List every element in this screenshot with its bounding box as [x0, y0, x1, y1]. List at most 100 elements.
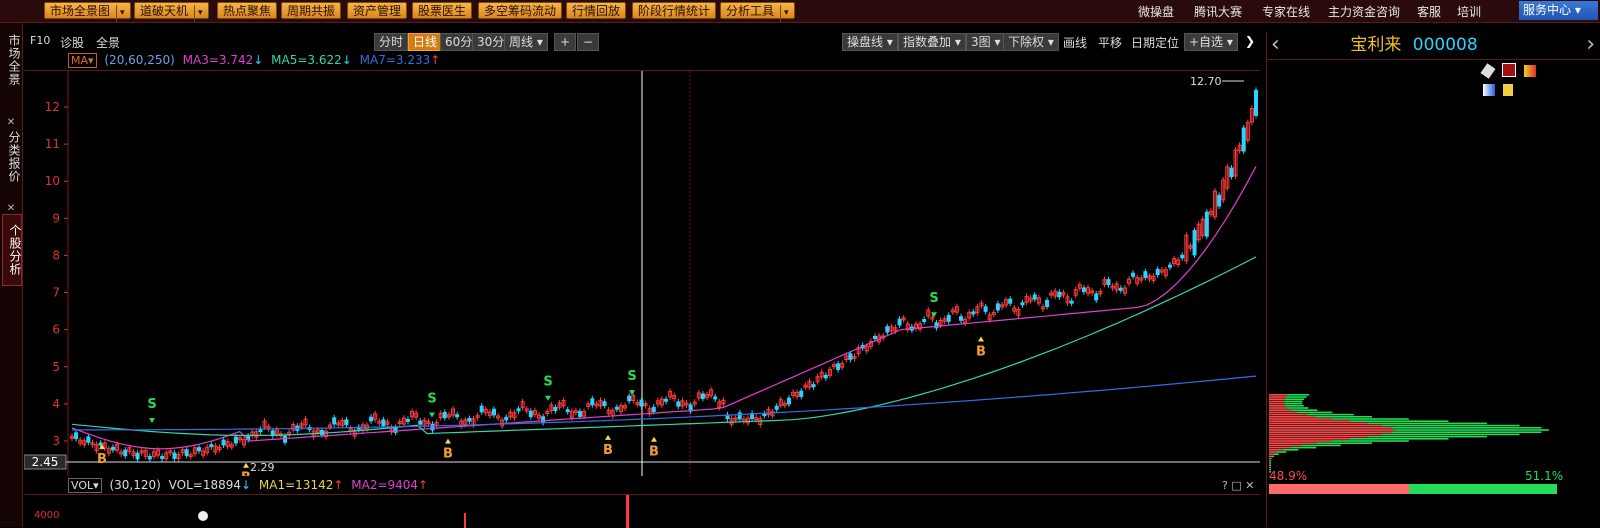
period-tab-intraday[interactable]: 分时	[374, 33, 409, 51]
note-icon[interactable]	[1503, 84, 1514, 96]
period-tab-daily[interactable]: 日线	[408, 33, 443, 51]
top-link-0[interactable]: 微操盘	[1138, 3, 1174, 20]
collapse-panel-icon[interactable]: ❯	[1245, 34, 1255, 48]
prev-stock-icon[interactable]: ‹	[1271, 32, 1280, 58]
candle-body	[872, 336, 877, 340]
close-icon[interactable]: ✕	[2, 117, 20, 128]
top-menu-button-8[interactable]: 阶段行情统计	[632, 2, 717, 19]
chip-bar-red	[1269, 422, 1368, 425]
chip-distribution-chart	[1269, 394, 1549, 473]
chip-bar-green	[1381, 424, 1520, 427]
zoom-in-button[interactable]: +	[554, 33, 576, 51]
top-link-3[interactable]: 主力资金咨询	[1328, 3, 1400, 20]
top-menu-button-0[interactable]: 市场全景图 ▾	[44, 2, 131, 22]
ma-indicator-button[interactable]: MA▾	[68, 53, 97, 68]
blue-flag-icon[interactable]	[1483, 84, 1495, 96]
candle-body	[1106, 279, 1111, 286]
draw-line-button[interactable]: 画线	[1063, 34, 1087, 51]
high-price-label: 12.70	[1190, 75, 1222, 88]
candle-body	[197, 447, 202, 452]
candle-body	[1118, 287, 1123, 291]
chevron-down-icon: ▾	[194, 5, 203, 22]
chip-bar-green	[1284, 400, 1303, 403]
candle-body	[209, 444, 214, 448]
chevron-down-icon: ▾	[780, 5, 789, 22]
candle-body	[528, 410, 533, 418]
tab-market-overview[interactable]: 市场全景	[2, 29, 21, 91]
index-overlay-dropdown[interactable]: 指数叠加 ▾	[898, 33, 966, 51]
price-axis-label: 12	[45, 100, 60, 114]
candle-body	[553, 406, 558, 412]
candle-body	[516, 408, 521, 412]
tab-stock-analysis[interactable]: ✕ 个股分析	[2, 203, 22, 286]
candle-body	[332, 417, 337, 425]
chip-bar-red	[1269, 466, 1270, 469]
volume-bar	[626, 495, 629, 528]
chip-bar-red	[1269, 442, 1316, 444]
candle-body	[86, 436, 91, 443]
chip-bar-green	[1286, 407, 1309, 409]
candle-body	[848, 353, 853, 360]
chip-bar-red	[1269, 455, 1272, 458]
chip-tool-icons[interactable]	[1480, 62, 1557, 96]
candle-body	[676, 401, 681, 407]
date-locate-button[interactable]: 日期定位	[1131, 34, 1179, 51]
candle-body	[1032, 294, 1037, 300]
service-center-button[interactable]: 服务中心 ▾	[1519, 1, 1598, 20]
chip-bar-green	[1367, 422, 1488, 425]
three-chart-dropdown[interactable]: 3图 ▾	[966, 33, 1006, 51]
eraser-icon[interactable]	[1480, 63, 1496, 79]
top-menu-button-3[interactable]: 周期共振	[281, 2, 342, 19]
chip-bar-green	[1269, 460, 1271, 462]
top-link-5[interactable]: 培训	[1457, 3, 1481, 20]
candle-body	[504, 416, 509, 421]
top-menu-button-7[interactable]: 行情回放	[566, 2, 627, 19]
ex-rights-dropdown[interactable]: 下除权 ▾	[1003, 33, 1059, 51]
red-flag-icon[interactable]	[1502, 63, 1517, 77]
next-stock-icon[interactable]: ›	[1586, 32, 1595, 58]
chip-bar-red	[1269, 418, 1332, 420]
candle-body	[1167, 264, 1172, 268]
top-link-1[interactable]: 腾讯大赛	[1194, 3, 1242, 20]
pan-button[interactable]: 平移	[1098, 34, 1122, 51]
top-menu-button-2[interactable]: 热点聚焦	[217, 2, 278, 19]
top-menu-button-9[interactable]: 分析工具 ▾	[720, 2, 795, 22]
top-menu-button-1[interactable]: 道破天机 ▾	[134, 2, 209, 22]
tab-category-quotes[interactable]: ✕ 分类报价	[2, 117, 21, 186]
chip-bar-green	[1301, 444, 1341, 447]
zoom-out-button[interactable]: −	[577, 33, 599, 51]
diagnose-button[interactable]: 诊股	[60, 34, 84, 51]
chip-bar-red	[1269, 413, 1308, 416]
chip-bar-green	[1381, 433, 1520, 436]
chip-bar-red	[1269, 440, 1332, 442]
ma3-trend: ↓	[253, 53, 264, 67]
period-tab-weekly[interactable]: 周线 ▾	[504, 33, 548, 51]
chip-ratio-red	[1269, 484, 1409, 494]
top-menu-button-5[interactable]: 股票医生	[412, 2, 473, 19]
chip-bar-green	[1391, 427, 1542, 429]
candlestick-chart[interactable]: 12111098765432.45BSBSBSBSBSB12.702.29	[23, 70, 1260, 486]
candle-body	[934, 322, 939, 329]
trade-line-dropdown[interactable]: 操盘线 ▾	[842, 33, 898, 51]
candle-body	[221, 439, 226, 446]
top-link-2[interactable]: 专家在线	[1262, 3, 1310, 20]
volume-panel-controls[interactable]: ? □ ✕	[1222, 479, 1254, 492]
candle-body	[135, 452, 140, 460]
close-icon[interactable]: ✕	[2, 203, 20, 214]
current-price-label: 2.45	[32, 455, 59, 469]
candle-body	[123, 449, 128, 457]
top-menu-button-label: 热点聚焦	[223, 4, 272, 18]
buy-signal: B	[649, 445, 659, 460]
top-menu-button-4[interactable]: 资产管理	[347, 2, 408, 19]
top-link-4[interactable]: 客服	[1417, 3, 1441, 20]
watchlist-dropdown[interactable]: +自选 ▾	[1184, 33, 1238, 51]
multi-color-flag-icon[interactable]	[1524, 65, 1537, 77]
volume-chart[interactable]: 4000	[24, 494, 1260, 528]
vol-indicator-button[interactable]: VOL▾	[68, 478, 102, 493]
full-view-button[interactable]: 全景	[96, 34, 120, 51]
top-menu-button-6[interactable]: 多空筹码流动	[478, 2, 563, 19]
signal-arrow-icon	[978, 336, 984, 342]
watchlist-label: +自选	[1189, 35, 1224, 49]
f10-button[interactable]: F10	[30, 34, 50, 47]
candle-body	[1020, 302, 1025, 306]
